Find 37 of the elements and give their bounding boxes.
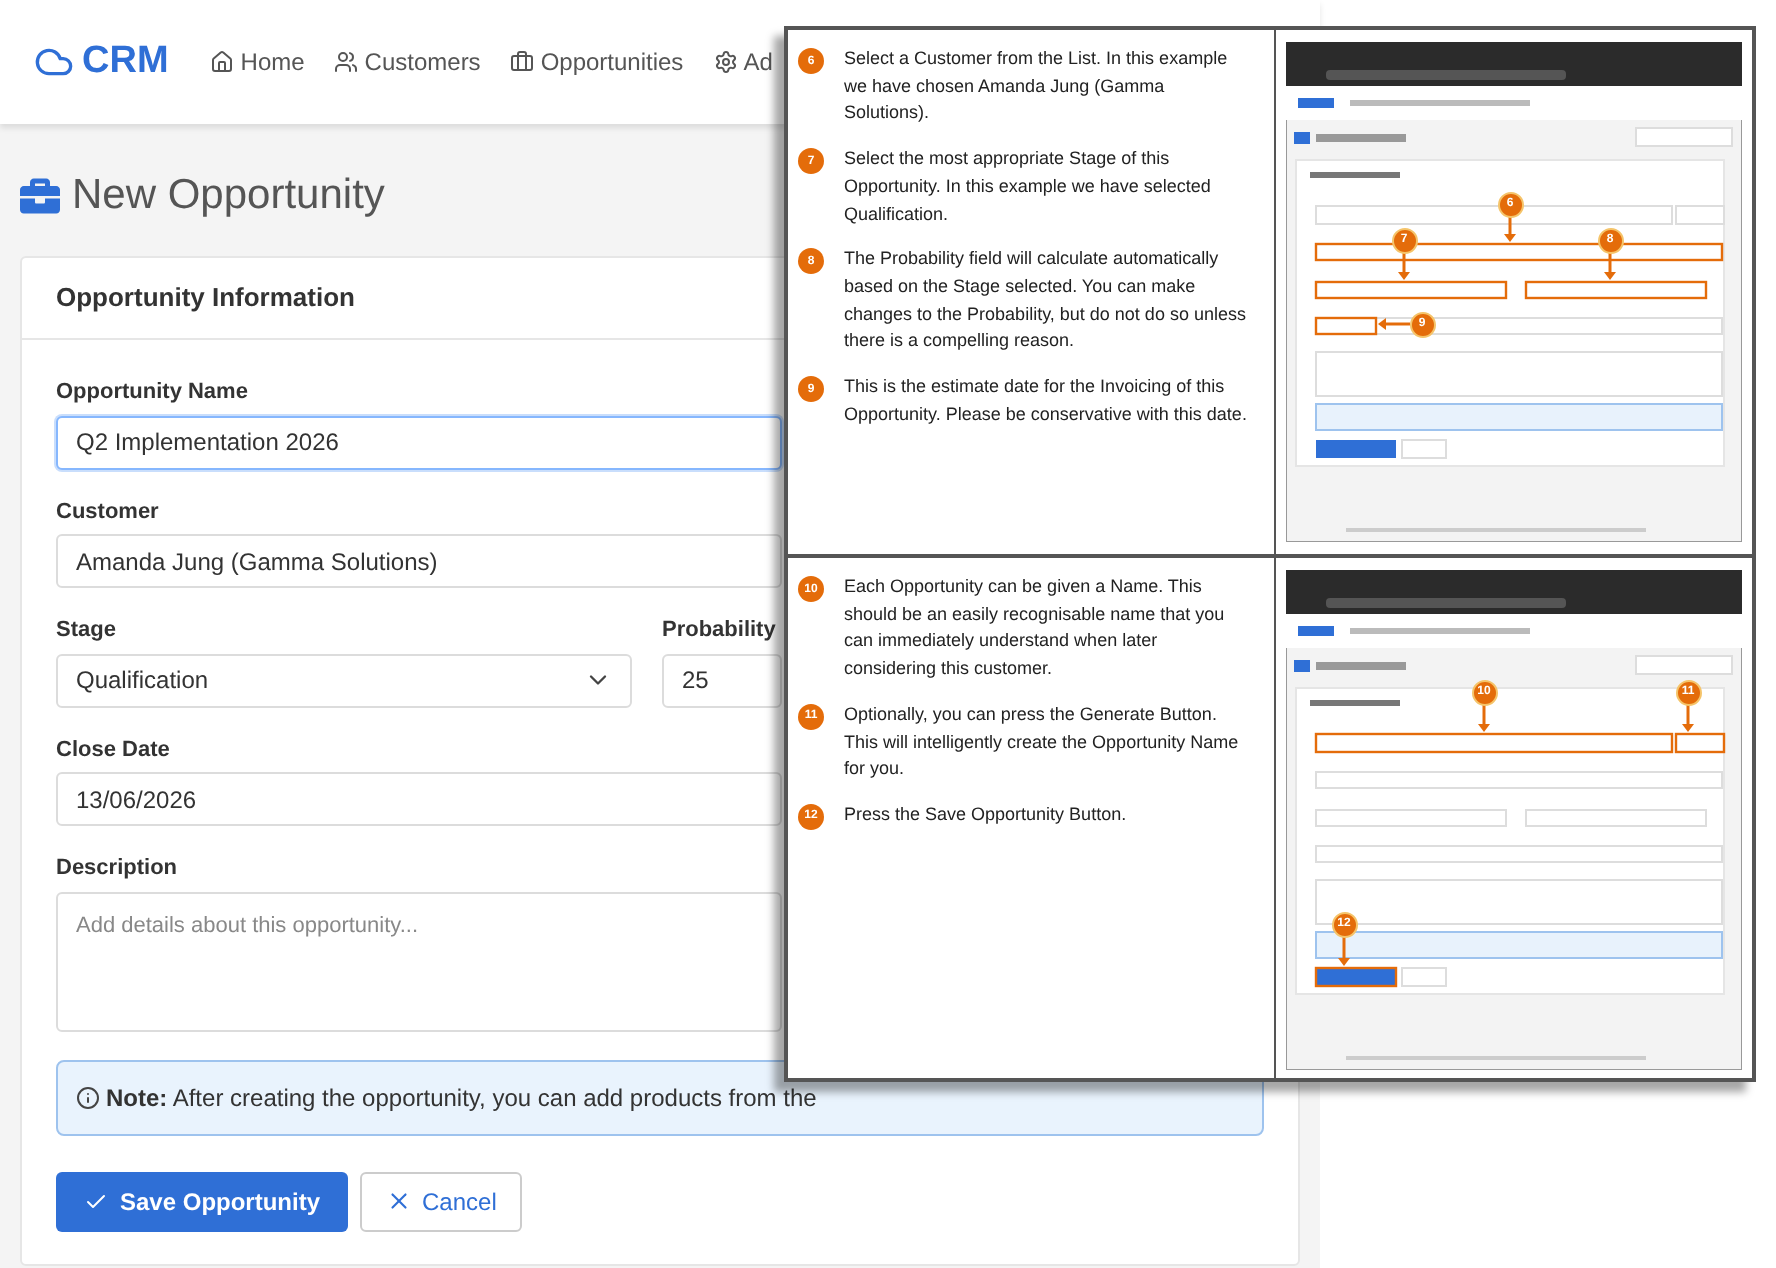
- step-text: The Probability field will calculate automatically based on the Stage selected. You can make changes to the Probability, but do not do so unless there is a compelling reason.: [844, 246, 1248, 355]
- cancel-button[interactable]: Cancel: [360, 1171, 523, 1231]
- text-field[interactable]: 25: [662, 653, 782, 707]
- nav-link[interactable]: Customers: [334, 44, 481, 80]
- save-button[interactable]: Save Opportunity: [56, 1171, 349, 1231]
- step-text: Each Opportunity can be given a Name. This should be an easily recognisable name that you can immediately understand when later considering this customer.: [844, 574, 1227, 683]
- text-field[interactable]: Amanda Jung (Gamma Solutions): [56, 534, 782, 588]
- home-icon: [210, 50, 235, 74]
- select-field[interactable]: Qualification: [56, 653, 632, 707]
- check-icon: [84, 1189, 108, 1213]
- close-icon: [386, 1188, 413, 1214]
- nav-link[interactable]: Opportunities: [510, 44, 684, 80]
- step-text: This is the estimate date for the Invoicing of this Opportunity. Please be conservative with this date.: [844, 374, 1249, 428]
- field-label: Opportunity Name: [56, 378, 248, 408]
- step-text: Optionally, you can press the Generate Button. This will intelligently create the Opportunity Name for you.: [844, 701, 1241, 783]
- brand-logo[interactable]: CRM: [82, 33, 169, 91]
- note-text: Note: After creating the opportunity, you can add products from the: [106, 1081, 817, 1115]
- description-field[interactable]: Add details about this opportunity...: [56, 891, 782, 1031]
- step-text: Press the Save Opportunity Button.: [844, 801, 1129, 828]
- nav-link[interactable]: Home: [210, 44, 305, 80]
- step-text: Select a Customer from the List. In this example we have chosen Amanda Jung (Gamma Solutions).: [844, 46, 1230, 127]
- text-field[interactable]: Q2 Implementation 2026: [56, 415, 782, 469]
- field-label: Probability: [662, 616, 776, 646]
- field-label: Stage: [56, 616, 116, 646]
- field-label: Close Date: [56, 735, 170, 765]
- settings-icon: [713, 50, 738, 74]
- nav-link[interactable]: Ad: [713, 44, 773, 80]
- briefcase-icon: [20, 176, 60, 216]
- page-title: New Opportunity: [72, 170, 385, 223]
- briefcase-icon: [510, 50, 535, 74]
- text-field[interactable]: 13/06/2026: [56, 772, 782, 826]
- field-label: Description: [56, 854, 178, 884]
- field-label: Customer: [56, 497, 159, 527]
- users-icon: [334, 50, 359, 74]
- step-text: Select the most appropriate Stage of this Opportunity. In this example we have selected Qualification.: [844, 146, 1213, 228]
- card-title: Opportunity Information: [56, 280, 355, 317]
- info-icon: [76, 1085, 100, 1109]
